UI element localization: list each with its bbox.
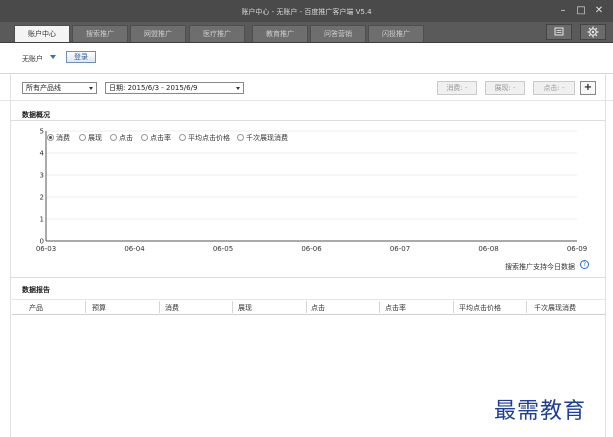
watermark-text: 最需教育 (494, 399, 587, 424)
column-divider[interactable] (526, 301, 527, 313)
y-tick-label: 5 (40, 128, 44, 136)
column-header-clicks[interactable]: 点击 (311, 303, 325, 313)
column-header-budget[interactable]: 预算 (92, 303, 106, 313)
today-data-note: 搜索推广支持今日数据 (505, 263, 575, 271)
column-header-cpm[interactable]: 千次展现消费 (534, 303, 576, 313)
y-tick-label: 1 (40, 216, 44, 224)
x-tick-label: 06-06 (301, 245, 322, 253)
y-tick-label: 2 (40, 194, 44, 202)
column-divider[interactable] (379, 301, 380, 313)
x-tick-label: 06-05 (213, 245, 233, 253)
report-top-divider (10, 277, 605, 278)
column-divider[interactable] (453, 301, 454, 313)
column-divider[interactable] (306, 301, 307, 313)
column-header-avg-cpc[interactable]: 平均点击价格 (459, 303, 501, 313)
x-tick-label: 06-03 (36, 245, 56, 253)
column-divider[interactable] (85, 301, 86, 313)
x-tick-label: 06-09 (567, 245, 587, 253)
column-header-cost[interactable]: 消费 (165, 303, 179, 313)
x-tick-label: 06-08 (478, 245, 498, 253)
column-divider[interactable] (159, 301, 160, 313)
column-header-ctr[interactable]: 点击率 (385, 303, 406, 313)
column-header-product[interactable]: 产品 (29, 303, 43, 313)
column-header-impressions[interactable]: 展现 (238, 303, 252, 313)
column-divider[interactable] (232, 301, 233, 313)
y-tick-label: 4 (40, 150, 45, 158)
report-heading: 数据报告 (22, 286, 50, 294)
y-tick-label: 3 (40, 172, 44, 180)
report-table-header: 产品 预算 消费 展现 点击 点击率 平均点击价格 千次展现消费 (12, 299, 605, 315)
x-tick-label: 06-04 (124, 245, 145, 253)
overview-chart: 01234506-03 06-04 06-05 06-06 06-07 06-08 06-0… (36, 128, 587, 254)
x-tick-label: 06-07 (390, 245, 410, 253)
help-icon[interactable]: ? (580, 260, 589, 269)
